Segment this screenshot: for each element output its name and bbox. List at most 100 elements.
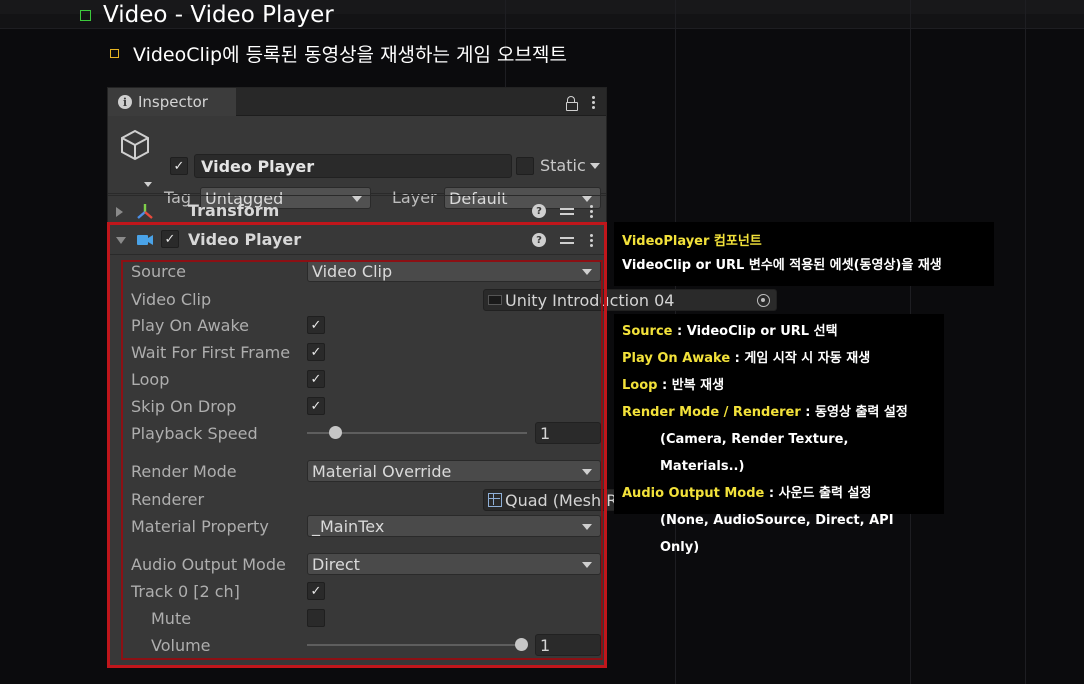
- callout-key: Loop: [622, 378, 658, 393]
- volume-field[interactable]: 1: [535, 634, 601, 656]
- material-property-label: Material Property: [131, 516, 269, 536]
- slide-subtitle-text: VideoClip에 등록된 동영상을 재생하는 게임 오브젝트: [133, 43, 567, 66]
- static-toggle[interactable]: ✓ Static: [516, 156, 600, 175]
- audio-output-dropdown[interactable]: Direct: [307, 553, 601, 575]
- static-dropdown-icon[interactable]: [589, 162, 600, 169]
- callout-item-awake: Play On Awake : 게임 시작 시 자동 재생: [622, 345, 936, 372]
- play-on-awake-row: Play On Awake ✓: [131, 313, 601, 337]
- render-mode-dropdown[interactable]: Material Override: [307, 460, 601, 482]
- skip-on-drop-checkbox[interactable]: ✓: [307, 397, 325, 415]
- more-menu-icon[interactable]: [588, 204, 594, 218]
- videoplayer-title: Video Player: [188, 230, 302, 249]
- callout-render-detail: (Camera, Render Texture, Materials..): [660, 432, 849, 474]
- callout-audio-detail: (None, AudioSource, Direct, API Only): [660, 513, 894, 555]
- playback-speed-field[interactable]: 1: [535, 422, 601, 444]
- transform-component-header[interactable]: Transform ?: [108, 195, 606, 225]
- videoplayer-component-header[interactable]: ✓ Video Player ?: [108, 225, 606, 255]
- chevron-down-icon: [582, 524, 592, 530]
- track-row: Track 0 [2 ch] ✓: [131, 579, 601, 603]
- callout-desc: : 사운드 출력 설정: [764, 486, 872, 501]
- foldout-down-icon[interactable]: [116, 237, 126, 244]
- render-mode-row: Render Mode Material Override: [131, 459, 601, 483]
- lock-icon[interactable]: [566, 95, 578, 111]
- presets-icon[interactable]: [560, 234, 574, 246]
- volume-slider[interactable]: 1: [307, 633, 601, 657]
- help-icon[interactable]: ?: [532, 233, 546, 247]
- video-clip-value: Unity Introduction 04: [505, 290, 675, 310]
- bullet-square-icon: [110, 48, 119, 58]
- source-dropdown[interactable]: Video Clip: [307, 260, 601, 282]
- gameobject-name-field[interactable]: Video Player: [194, 154, 512, 178]
- callout-description: VideoClip or URL 변수에 적용된 에셋(동영상)을 재생: [622, 258, 942, 273]
- tab-actions: [566, 88, 596, 116]
- gameobject-cube-icon[interactable]: [118, 128, 152, 162]
- static-checkbox[interactable]: ✓: [516, 156, 534, 175]
- material-property-dropdown[interactable]: _MainTex: [307, 515, 601, 537]
- slider-thumb[interactable]: [515, 638, 528, 651]
- gameobject-header: ✓ Video Player ✓ Static Tag Untagged Lay…: [108, 116, 606, 209]
- volume-row: Volume 1: [131, 633, 601, 657]
- videoplayer-enabled-checkbox[interactable]: ✓: [161, 230, 179, 248]
- bullet-square-icon: [80, 9, 91, 21]
- play-on-awake-checkbox[interactable]: ✓: [307, 316, 325, 334]
- presets-icon[interactable]: [560, 205, 574, 217]
- callout-key: Audio Output Mode: [622, 486, 765, 501]
- callout-desc: : 게임 시작 시 자동 재생: [730, 351, 871, 366]
- more-menu-icon[interactable]: [588, 233, 594, 247]
- slide-title-text: Video - Video Player: [103, 2, 334, 28]
- audio-output-row: Audio Output Mode Direct: [131, 552, 601, 576]
- callout-desc: : 동영상 출력 설정: [800, 405, 908, 420]
- slider-track[interactable]: [307, 644, 527, 646]
- source-label: Source: [131, 261, 186, 281]
- callout-key: Play On Awake: [622, 351, 731, 366]
- inspector-tabbar: i Inspector: [108, 88, 606, 116]
- audio-output-value: Direct: [312, 554, 360, 574]
- callout-key: Source: [622, 324, 673, 339]
- callout-item-source: Source : VideoClip or URL 선택: [622, 318, 936, 345]
- slide-subtitle: VideoClip에 등록된 동영상을 재생하는 게임 오브젝트: [110, 38, 567, 68]
- callout-item-audio: Audio Output Mode : 사운드 출력 설정: [622, 480, 936, 507]
- skip-on-drop-label: Skip On Drop: [131, 396, 237, 416]
- help-icon[interactable]: ?: [532, 204, 546, 218]
- playback-speed-row: Playback Speed 1: [131, 421, 601, 445]
- skip-on-drop-row: Skip On Drop ✓: [131, 394, 601, 418]
- material-property-row: Material Property _MainTex: [131, 514, 601, 538]
- loop-checkbox[interactable]: ✓: [307, 370, 325, 388]
- callout-heading-text: VideoPlayer 컴포넌트: [622, 234, 762, 249]
- chevron-down-icon[interactable]: [144, 182, 152, 187]
- transform-axes-icon: [137, 204, 153, 219]
- tab-inspector[interactable]: i Inspector: [108, 88, 236, 116]
- video-clip-label: Video Clip: [131, 289, 212, 309]
- object-picker-icon[interactable]: [757, 294, 770, 307]
- source-value: Video Clip: [312, 261, 393, 281]
- video-clip-field[interactable]: Unity Introduction 04: [483, 289, 777, 311]
- mute-checkbox[interactable]: ✓: [307, 609, 325, 627]
- track-label: Track 0 [2 ch]: [131, 581, 240, 601]
- callout-desc: : VideoClip or URL 선택: [672, 324, 838, 339]
- render-mode-label: Render Mode: [131, 461, 237, 481]
- wait-first-frame-checkbox[interactable]: ✓: [307, 343, 325, 361]
- playback-speed-slider[interactable]: 1: [307, 421, 601, 445]
- static-label: Static: [540, 156, 586, 175]
- volume-label: Volume: [151, 635, 211, 655]
- source-row: Source Video Clip: [131, 259, 601, 283]
- slide-title: Video - Video Player: [80, 0, 334, 30]
- video-clip-row: Video Clip Unity Introduction 04: [131, 287, 777, 311]
- play-on-awake-label: Play On Awake: [131, 315, 249, 335]
- foldout-right-icon[interactable]: [116, 207, 123, 217]
- track-enabled-checkbox[interactable]: ✓: [307, 582, 325, 600]
- video-clip-asset-icon: [488, 295, 502, 305]
- material-property-value: _MainTex: [312, 516, 385, 536]
- videoplayer-actions: ?: [532, 225, 594, 255]
- playback-speed-label: Playback Speed: [131, 423, 258, 443]
- wait-first-frame-label: Wait For First Frame: [131, 342, 291, 362]
- callout-item-loop: Loop : 반복 재생: [622, 372, 936, 399]
- loop-row: Loop ✓: [131, 367, 601, 391]
- audio-output-label: Audio Output Mode: [131, 554, 286, 574]
- renderer-row: Renderer Quad (Mesh Renderer): [131, 487, 777, 511]
- slider-thumb[interactable]: [329, 426, 342, 439]
- more-menu-icon[interactable]: [590, 95, 596, 109]
- render-mode-value: Material Override: [312, 461, 452, 481]
- gameobject-active-checkbox[interactable]: ✓: [170, 157, 188, 175]
- callout-desc: : 반복 재생: [657, 378, 725, 393]
